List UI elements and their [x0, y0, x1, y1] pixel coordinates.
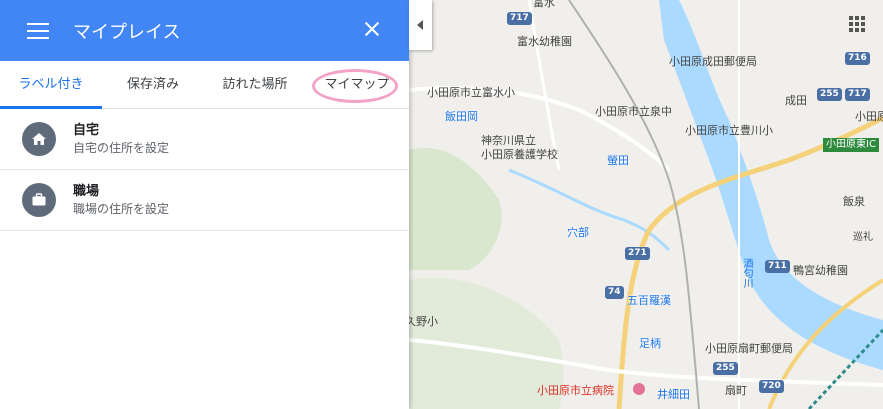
map-label-kindergarten: 鴨宮幼稚園 [793, 264, 848, 277]
map-label-area: 久野小 [409, 315, 438, 328]
map-label-school: 神奈川県立 小田原養護学校 [481, 134, 558, 161]
route-shield: 717 [845, 88, 870, 101]
list-item-work[interactable]: 職場 職場の住所を設定 [0, 170, 409, 231]
collapse-panel-button[interactable] [409, 0, 432, 50]
map-label-hospital: 小田原市立病院 [537, 384, 614, 397]
map-label-school: 小田原市立泉中 [595, 105, 672, 118]
close-icon[interactable] [361, 18, 383, 40]
route-shield: 720 [759, 380, 784, 393]
map-label-station: 五百羅漢 [627, 294, 671, 307]
tab-labeled[interactable]: ラベル付き [0, 61, 102, 109]
map-label-school: 小田原市立豊川小 [685, 124, 773, 137]
my-places-panel: マイプレイス ラベル付き 保存済み 訪れた場所 マイマップ 自宅 自宅の住所を設… [0, 0, 409, 409]
route-shield: 74 [605, 286, 624, 299]
place-subtitle: 職場の住所を設定 [73, 202, 170, 216]
map-label-station: 螢田 [607, 154, 629, 167]
map-label-station: 飯田岡 [445, 110, 478, 123]
map-label-station: 穴部 [567, 226, 589, 239]
app-root: マイプレイス ラベル付き 保存済み 訪れた場所 マイマップ 自宅 自宅の住所を設… [0, 0, 883, 409]
tab-visited[interactable]: 訪れた場所 [204, 61, 306, 108]
map-label-post-office: 小田原扇町郵便局 [705, 342, 793, 355]
map-canvas[interactable]: 富水 717 富水幼稚園 小田原成田郵便局 716 小田原市立富水小 255 7… [409, 0, 883, 409]
map-label-area: 成田 [785, 94, 807, 107]
tab-saved[interactable]: 保存済み [102, 61, 204, 108]
tab-my-maps[interactable]: マイマップ [306, 61, 408, 108]
map-label-interchange: 小田原東IC [823, 138, 879, 152]
map-label-area: 飯泉 [843, 195, 865, 208]
route-shield: 717 [507, 12, 532, 25]
route-shield: 716 [845, 52, 870, 65]
route-shield: 255 [817, 88, 842, 101]
map-label-top: 富水 [533, 0, 555, 9]
route-shield: 271 [625, 247, 650, 260]
map-label-post-office: 小田原成田郵便局 [669, 55, 757, 68]
map-label-school: 小田原市立富水小 [427, 86, 515, 99]
place-name: 職場 [73, 184, 100, 199]
panel-title: マイプレイス [73, 21, 181, 43]
map-label-area: 扇町 [725, 384, 747, 397]
map-label-station: 足柄 [639, 337, 661, 350]
map-label-station: 井細田 [657, 388, 690, 401]
chevron-left-icon [416, 20, 423, 30]
hospital-icon [633, 383, 645, 395]
route-shield: 711 [765, 260, 790, 273]
list-item-home[interactable]: 自宅 自宅の住所を設定 [0, 109, 409, 170]
home-icon [22, 122, 56, 156]
apps-grid-icon[interactable] [849, 16, 865, 32]
place-name: 自宅 [73, 123, 100, 138]
route-shield: 255 [713, 362, 738, 375]
map-label-school: 小田原市立 [855, 110, 883, 123]
map-label-river: 酒匂川 [741, 258, 752, 288]
panel-header: マイプレイス [0, 0, 409, 61]
map-label-area: 巡礼 [853, 232, 873, 243]
tab-bar: ラベル付き 保存済み 訪れた場所 マイマップ [0, 61, 409, 109]
map-label-kindergarten: 富水幼稚園 [517, 35, 572, 48]
menu-icon[interactable] [27, 22, 49, 39]
briefcase-icon [22, 183, 56, 217]
place-subtitle: 自宅の住所を設定 [73, 141, 170, 155]
